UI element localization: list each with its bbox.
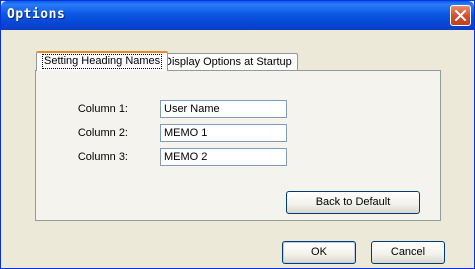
ok-button[interactable]: OK — [282, 241, 356, 264]
window-title: Options — [7, 7, 66, 22]
close-button[interactable] — [450, 5, 471, 26]
tab-label: Setting Heading Names — [42, 54, 163, 69]
title-bar[interactable]: Options — [1, 1, 474, 30]
close-icon — [455, 10, 466, 21]
back-to-default-button[interactable]: Back to Default — [286, 191, 420, 214]
column-3-input[interactable] — [160, 148, 287, 166]
cancel-button[interactable]: Cancel — [371, 241, 445, 264]
column-1-label: Column 1: — [77, 103, 128, 115]
tab-panel: Column 1: Column 2: Column 3: Back to De… — [35, 70, 441, 221]
column-2-input[interactable] — [160, 124, 287, 142]
tab-label: Display Options at Startup — [164, 56, 292, 68]
column-1-input[interactable] — [160, 100, 287, 118]
column-2-label: Column 2: — [77, 127, 128, 139]
column-3-label: Column 3: — [77, 151, 128, 163]
options-dialog: Options Setting Heading Names Display Op… — [0, 0, 475, 269]
tab-setting-heading-names[interactable]: Setting Heading Names — [36, 51, 169, 71]
